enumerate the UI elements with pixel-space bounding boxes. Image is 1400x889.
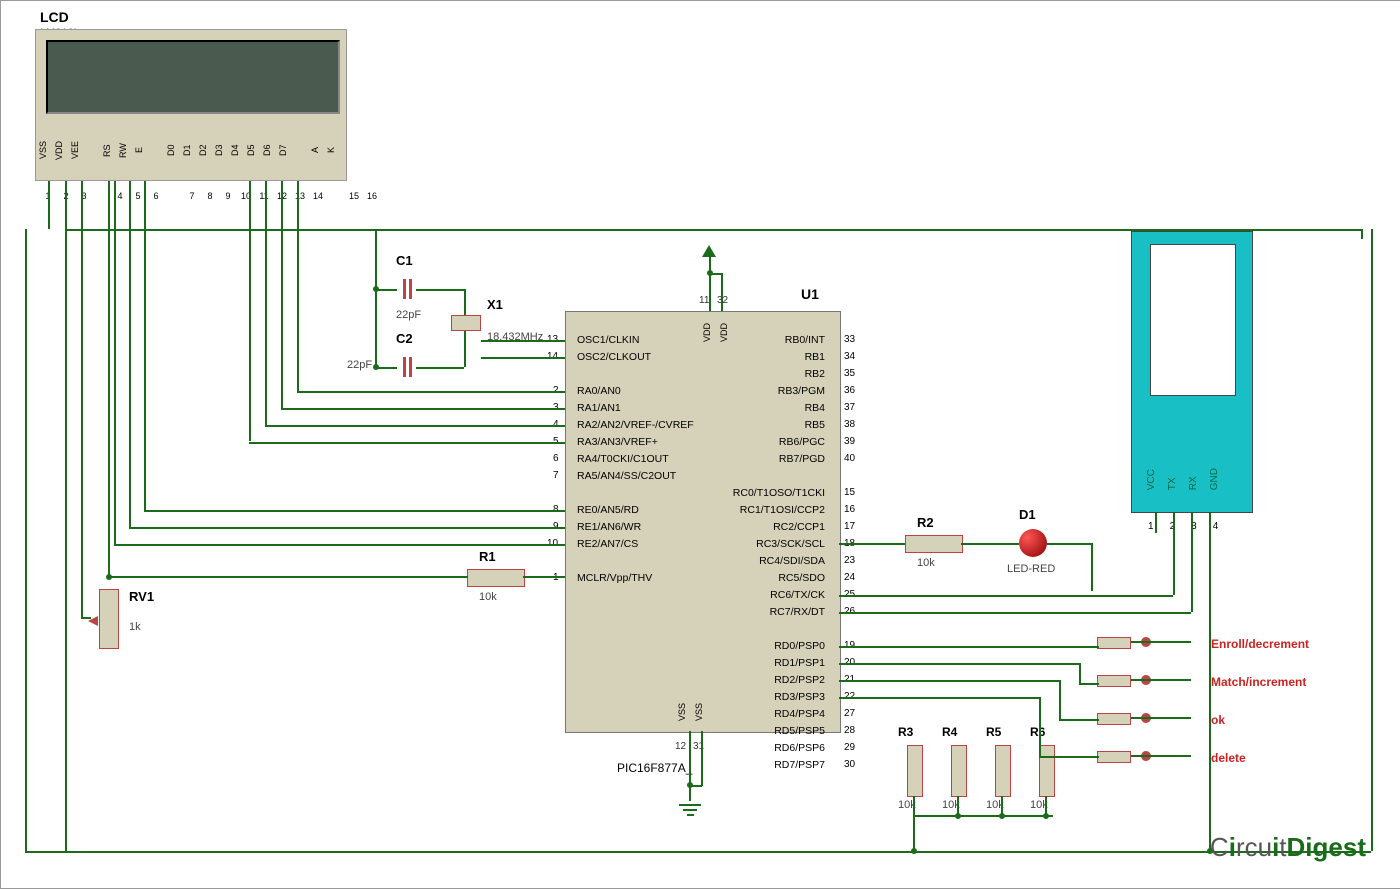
c1-value: 22pF (396, 309, 421, 321)
rv1-value: 1k (129, 621, 141, 633)
mcu-refdes: U1 (801, 286, 819, 302)
c2-refdes: C2 (396, 331, 413, 346)
c1-refdes: C1 (396, 253, 413, 268)
wire (65, 229, 1361, 231)
resistor-r2 (905, 535, 963, 553)
led-d1 (1019, 529, 1047, 557)
logo: CircuitDigest (1210, 832, 1366, 863)
resistor-r5 (995, 745, 1011, 797)
crystal-x1 (451, 315, 481, 331)
fp-pin-labels: VCCTXRXGND (1146, 468, 1220, 490)
resistor-r6 (1039, 745, 1055, 797)
resistor-r4 (951, 745, 967, 797)
lcd-pin-labels: VSSVDDVEE RSRWE D0D1D2D3 D4D5D6D7 AK (38, 141, 340, 160)
button-delete[interactable] (1097, 751, 1131, 763)
rv1-refdes: RV1 (129, 589, 154, 604)
d1-refdes: D1 (1019, 507, 1036, 522)
button-match[interactable] (1097, 675, 1131, 687)
capacitor-c2 (397, 357, 417, 377)
resistor-r1 (467, 569, 525, 587)
r2-value: 10k (917, 557, 935, 569)
schematic-canvas: LCD LM016L_ VSSVDDVEE RSRWE D0D1D2D3 D4D… (0, 0, 1400, 889)
r1-value: 10k (479, 591, 497, 603)
button-match-label: Match/increment (1211, 675, 1306, 689)
button-enroll[interactable] (1097, 637, 1131, 649)
c2-value: 22pF (347, 359, 372, 371)
button-ok-label: ok (1211, 713, 1225, 727)
resistor-r3 (907, 745, 923, 797)
power-arrow-icon (702, 245, 716, 257)
button-ok[interactable] (1097, 713, 1131, 725)
fingerprint-module: VCCTXRXGND (1131, 231, 1253, 513)
button-delete-label: delete (1211, 751, 1246, 765)
lcd-pin-numbers: 123 456 78910 11121314 1516 (41, 191, 379, 201)
button-enroll-label: Enroll/decrement (1211, 637, 1309, 651)
r2-refdes: R2 (917, 515, 934, 530)
fp-pin-numbers: 1234 (1148, 521, 1218, 532)
capacitor-c1 (397, 279, 417, 299)
fp-sensor-area (1150, 244, 1236, 396)
ground-icon (679, 801, 701, 816)
lcd-module: VSSVDDVEE RSRWE D0D1D2D3 D4D5D6D7 AK (35, 29, 347, 181)
mcu-part: PIC16F877A_ (617, 761, 692, 775)
d1-value: LED-RED (1007, 563, 1055, 575)
x1-refdes: X1 (487, 297, 503, 312)
potentiometer-rv1 (99, 589, 119, 649)
lcd-screen (46, 40, 340, 114)
r1-refdes: R1 (479, 549, 496, 564)
wire-ground-bus (25, 851, 1371, 853)
lcd-refdes: LCD (40, 9, 69, 25)
